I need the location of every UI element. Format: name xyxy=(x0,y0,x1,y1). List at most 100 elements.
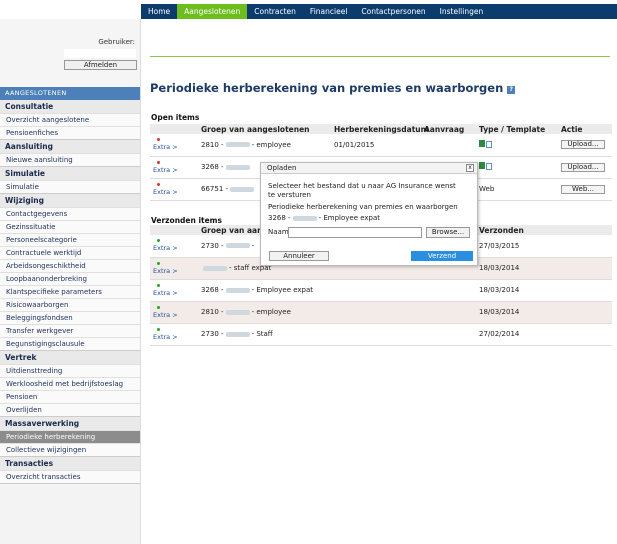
redacted-name xyxy=(225,142,250,148)
file-name-input[interactable] xyxy=(288,227,422,238)
extra-link[interactable]: Extra > xyxy=(153,244,178,252)
col-header-group: Groep van aangeslotenen xyxy=(198,124,331,134)
redacted-name xyxy=(225,287,250,293)
nav-instellingen[interactable]: Instellingen xyxy=(433,4,491,19)
sidebar-item[interactable]: Overlijden xyxy=(0,403,140,416)
sidebar-item[interactable]: Contactgegevens xyxy=(0,207,140,220)
sidebar-sections: Consultatie Overzicht aangeslotene Pensioe… xyxy=(0,100,140,484)
sidebar-item[interactable]: Beleggingsfondsen xyxy=(0,311,140,324)
sidebar-item[interactable]: Personeelscategorie xyxy=(0,233,140,246)
group-cell: 2810 -- employee xyxy=(198,134,331,157)
sidebar: Gebruiker: Afmelden AANGESLOTENEN Consul… xyxy=(0,19,141,544)
sidebar-item[interactable]: Klantspecifieke parameters xyxy=(0,285,140,298)
sidebar-item[interactable]: Loopbaanonderbreking xyxy=(0,272,140,285)
sidebar-item[interactable]: Pensioenfiches xyxy=(0,126,140,139)
sidebar-section: Simulatie Simulatie xyxy=(0,167,140,194)
status-dot-icon xyxy=(157,327,160,331)
nav-contactpersonen[interactable]: Contactpersonen xyxy=(354,4,432,19)
sidebar-item[interactable]: Transfer werkgever xyxy=(0,324,140,337)
sidebar-item[interactable]: Simulatie xyxy=(0,180,140,193)
sent-date-cell: 18/03/2014 xyxy=(476,279,612,302)
extra-link[interactable]: Extra > xyxy=(153,188,178,196)
blank-cell xyxy=(421,279,476,302)
nav-contracten[interactable]: Contracten xyxy=(247,4,303,19)
nav-financieel[interactable]: Financieel xyxy=(303,4,354,19)
cancel-button[interactable]: Annuleer xyxy=(269,251,329,261)
sidebar-item[interactable]: Collectieve wijzigingen xyxy=(0,443,140,456)
excel-doc-icon[interactable] xyxy=(479,162,493,170)
col-header-status xyxy=(150,124,198,134)
redacted-name xyxy=(230,186,255,192)
page-title-text: Periodieke herberekening van premies en … xyxy=(150,81,504,95)
dialog-header: Opladen x xyxy=(261,163,477,174)
dialog-instruction-cont: te versturen xyxy=(268,191,311,199)
status-dot-icon xyxy=(157,261,160,265)
blank-cell xyxy=(421,301,476,324)
group-cell: 2810 -- employee xyxy=(198,301,331,324)
sidebar-item[interactable]: Periodieke herberekening xyxy=(0,430,140,443)
open-items-title: Open items xyxy=(151,113,200,122)
sidebar-category: Aansluiting xyxy=(0,140,140,153)
table-row: Extra > 3268 -- Employee expat 18/03/201… xyxy=(150,279,612,302)
sidebar-section: Massaverwerking Periodieke herberekening C… xyxy=(0,417,140,457)
action-cell: Upload... xyxy=(558,156,612,179)
logout-button[interactable]: Afmelden xyxy=(64,60,137,70)
sidebar-item[interactable]: Arbeidsongeschiktheid xyxy=(0,259,140,272)
col-header-type: Type / Template xyxy=(476,124,558,134)
status-cell: Extra > xyxy=(150,279,198,302)
redacted-name xyxy=(203,265,227,271)
status-cell: Extra > xyxy=(150,156,198,179)
sidebar-section: Consultatie Overzicht aangeslotene Pensioe… xyxy=(0,100,140,140)
extra-link[interactable]: Extra > xyxy=(153,143,178,151)
sent-date-cell: 18/03/2014 xyxy=(476,257,612,280)
sidebar-item[interactable]: Overzicht transacties xyxy=(0,470,140,483)
extra-link[interactable]: Extra > xyxy=(153,333,178,341)
nav-aangeslotenen[interactable]: Aangeslotenen xyxy=(177,4,248,19)
close-icon[interactable]: x xyxy=(466,164,474,172)
sidebar-item[interactable]: Nieuwe aansluiting xyxy=(0,153,140,166)
sidebar-item[interactable]: Gezinssituatie xyxy=(0,220,140,233)
open-items-header: Groep van aangeslotenen Herberekeningsda… xyxy=(150,124,612,134)
sidebar-section: Vertrek Uitdiensttreding Werkloosheid met … xyxy=(0,351,140,417)
web-button[interactable]: Web... xyxy=(561,184,605,194)
sidebar-item[interactable]: Pensioen xyxy=(0,390,140,403)
status-dot-icon xyxy=(157,239,160,243)
user-label: Gebruiker: xyxy=(98,38,135,46)
upload-button[interactable]: Upload... xyxy=(561,140,605,150)
extra-link[interactable]: Extra > xyxy=(153,267,178,275)
extra-link[interactable]: Extra > xyxy=(153,311,178,319)
excel-doc-icon[interactable] xyxy=(479,139,493,148)
type-cell xyxy=(476,134,558,157)
upload-button[interactable]: Upload... xyxy=(561,162,605,172)
sent-date-cell: 27/02/2014 xyxy=(476,323,612,346)
col-header-sent: Verzonden xyxy=(476,225,612,235)
top-bar: Home Aangeslotenen Contracten Financieel… xyxy=(0,0,617,19)
redacted-name xyxy=(225,331,250,337)
header-divider xyxy=(150,56,610,57)
help-icon[interactable]: ? xyxy=(507,86,516,94)
browse-button[interactable]: Browse... xyxy=(426,227,470,238)
type-cell xyxy=(476,156,558,179)
sidebar-header: AANGESLOTENEN xyxy=(0,87,140,100)
extra-link[interactable]: Extra > xyxy=(153,166,178,174)
redacted-name xyxy=(225,309,250,315)
sidebar-item[interactable]: Werkloosheid met bedrijfstoeslag xyxy=(0,377,140,390)
send-button[interactable]: Verzend xyxy=(411,251,473,261)
sidebar-item[interactable]: Begunstigingsclausule xyxy=(0,337,140,350)
sidebar-item[interactable]: Risicowaarborgen xyxy=(0,298,140,311)
group-cell: 2730 -- Staff xyxy=(198,323,331,346)
status-cell: Extra > xyxy=(150,323,198,346)
sidebar-section: Transacties Overzicht transacties xyxy=(0,457,140,484)
status-cell: Extra > xyxy=(150,301,198,324)
blank-cell xyxy=(421,323,476,346)
sidebar-category: Vertrek xyxy=(0,351,140,364)
nav-home[interactable]: Home xyxy=(141,4,177,19)
extra-link[interactable]: Extra > xyxy=(153,289,178,297)
sidebar-section: Wijziging Contactgegevens Gezinssituatie Pe… xyxy=(0,194,140,351)
redacted-name xyxy=(292,215,317,221)
sidebar-item[interactable]: Contractuele werktijd xyxy=(0,246,140,259)
sidebar-item[interactable]: Overzicht aangeslotene xyxy=(0,113,140,126)
page-title: Periodieke herberekening van premies en … xyxy=(150,81,516,95)
upload-dialog: Opladen x Selecteer het bestand dat u na… xyxy=(260,162,478,266)
sidebar-item[interactable]: Uitdiensttreding xyxy=(0,364,140,377)
